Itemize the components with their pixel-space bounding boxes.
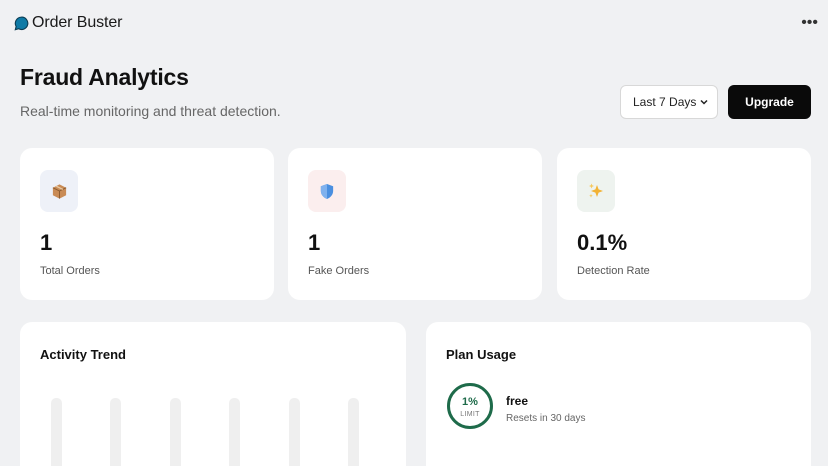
panel-title: Activity Trend <box>40 347 126 362</box>
stat-card-total-orders: 1 Total Orders <box>20 148 274 300</box>
plan-usage-panel: Plan Usage 1% LIMIT free Resets in 30 da… <box>426 322 811 466</box>
chevron-down-icon <box>700 99 708 105</box>
stat-value: 1 <box>308 230 321 255</box>
trend-bar-placeholder <box>348 398 359 466</box>
trend-bar-placeholder <box>289 398 300 466</box>
panel-title: Plan Usage <box>446 347 517 362</box>
page-subtitle: Real-time monitoring and threat detectio… <box>20 103 281 119</box>
stat-card-fake-orders: 1 Fake Orders <box>288 148 542 300</box>
activity-trend-panel: Activity Trend <box>20 322 406 466</box>
usage-percent: 1% <box>462 396 478 408</box>
package-icon <box>52 183 66 199</box>
stat-value: 1 <box>40 230 53 255</box>
trend-bar-placeholder <box>51 398 62 466</box>
trend-bar-placeholder <box>170 398 181 466</box>
sparkles-icon <box>589 183 603 198</box>
stat-badge <box>577 170 615 212</box>
date-range-value: Last 7 Days <box>633 95 697 109</box>
stat-value: 0.1% <box>577 230 628 255</box>
more-horizontal-icon[interactable]: ••• <box>801 15 818 31</box>
page-header: Fraud Analytics Real-time monitoring and… <box>20 64 281 119</box>
chat-bubble-logo-icon <box>14 16 29 30</box>
usage-unit: LIMIT <box>460 411 480 418</box>
shield-icon <box>320 183 334 199</box>
trend-bar-placeholder <box>110 398 121 466</box>
date-range-select[interactable]: Last 7 Days <box>620 85 718 119</box>
brand[interactable]: Order Buster <box>14 14 122 32</box>
app-name: Order Buster <box>32 14 123 31</box>
stat-card-detection-rate: 0.1% Detection Rate <box>557 148 811 300</box>
header-controls: Last 7 Days Upgrade <box>620 85 811 119</box>
trend-bar-placeholder <box>229 398 240 466</box>
stat-label: Fake Orders <box>308 265 370 277</box>
plan-reset-text: Resets in 30 days <box>506 413 586 424</box>
stat-label: Detection Rate <box>577 265 650 277</box>
stat-badge <box>40 170 78 212</box>
plan-name: free <box>506 394 529 408</box>
stat-label: Total Orders <box>40 265 100 277</box>
stat-badge <box>308 170 346 212</box>
page-title: Fraud Analytics <box>20 64 189 90</box>
top-bar: Order Buster ••• <box>0 0 828 46</box>
upgrade-button[interactable]: Upgrade <box>728 85 811 119</box>
